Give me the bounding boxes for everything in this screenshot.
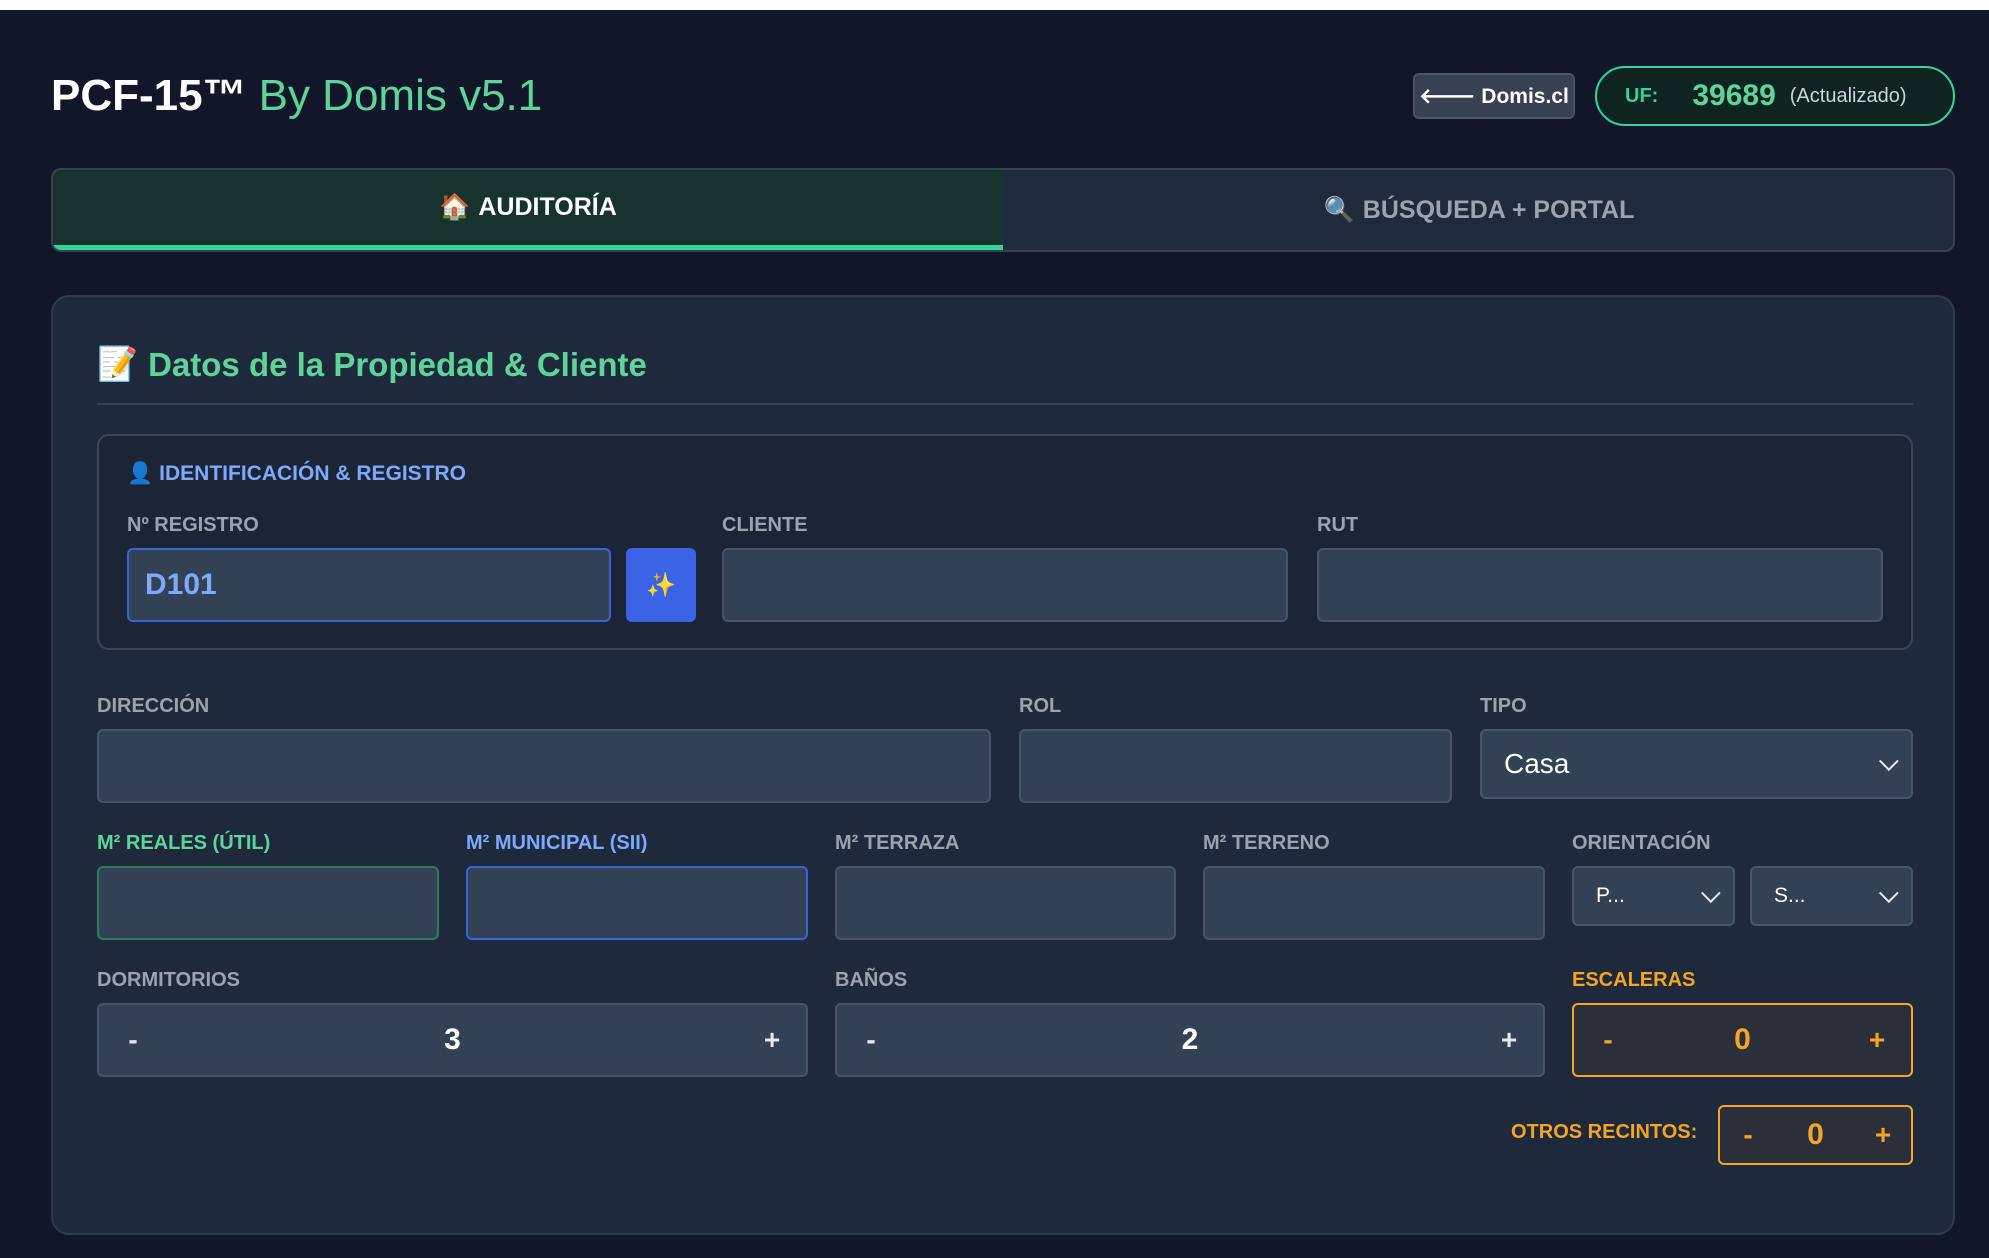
registro-label: Nº REGISTRO xyxy=(127,514,259,536)
magnifier-icon: 🔍 xyxy=(1323,195,1355,224)
m2-terraza-label: M² TERRAZA xyxy=(835,832,960,854)
header: PCF-15™ By Domis v5.1 🡐 Domis.cl UF: 3968… xyxy=(51,66,1955,126)
user-icon: 👤 xyxy=(127,462,154,485)
rut-input[interactable] xyxy=(1317,548,1883,622)
app-brand: PCF-15™ xyxy=(51,71,247,120)
orientacion-2-selected: S... xyxy=(1774,884,1806,907)
otros-recintos-label: OTROS RECINTOS: xyxy=(1511,1121,1698,1143)
memo-icon: 📝 xyxy=(97,345,139,382)
uf-indicator: UF: 39689 (Actualizado) xyxy=(1595,66,1955,126)
escaleras-value: 0 xyxy=(1734,1023,1751,1056)
uf-value: 39689 xyxy=(1692,79,1776,112)
tab-auditoria[interactable]: 🏠 AUDITORÍA xyxy=(53,170,1003,250)
tab-label: AUDITORÍA xyxy=(478,193,617,221)
banos-increment-button[interactable]: + xyxy=(1497,1024,1521,1056)
banos-decrement-button[interactable]: - xyxy=(859,1024,883,1056)
cliente-input[interactable] xyxy=(722,548,1288,622)
house-icon: 🏠 xyxy=(439,193,471,221)
m2-reales-input[interactable] xyxy=(97,866,439,940)
direccion-label: DIRECCIÓN xyxy=(97,695,210,717)
tab-bar: 🏠 AUDITORÍA 🔍 BÚSQUEDA + PORTAL xyxy=(51,168,1955,252)
card-title-text: Datos de la Propiedad & Cliente xyxy=(148,345,647,383)
cliente-label: CLIENTE xyxy=(722,514,808,536)
m2-reales-label: M² REALES (ÚTIL) xyxy=(97,832,271,854)
otros-increment-button[interactable]: + xyxy=(1871,1119,1895,1151)
rol-label: ROL xyxy=(1019,695,1062,717)
m2-terreno-label: M² TERRENO xyxy=(1203,832,1330,854)
m2-municipal-label: M² MUNICIPAL (SII) xyxy=(466,832,648,854)
dormitorios-stepper: - 3 + xyxy=(97,1003,808,1077)
banos-value: 2 xyxy=(1181,1023,1199,1056)
otros-decrement-button[interactable]: - xyxy=(1736,1119,1760,1151)
dormitorios-value: 3 xyxy=(444,1023,461,1056)
uf-status: (Actualizado) xyxy=(1789,84,1907,107)
registro-input[interactable]: D101 xyxy=(127,548,611,622)
orientacion-1-selected: P... xyxy=(1596,884,1625,907)
tipo-select[interactable]: Casa xyxy=(1480,729,1913,799)
m2-terreno-input[interactable] xyxy=(1203,866,1545,940)
direccion-input[interactable] xyxy=(97,729,991,803)
chevron-down-icon xyxy=(1700,883,1721,904)
app-subtitle: By Domis v5.1 xyxy=(258,71,543,120)
sparkles-icon: ✨ xyxy=(646,571,676,599)
chevron-down-icon xyxy=(1878,751,1899,772)
banos-stepper: - 2 + xyxy=(835,1003,1545,1077)
tab-busqueda-portal[interactable]: 🔍 BÚSQUEDA + PORTAL xyxy=(1003,170,1953,250)
orientacion-select-1[interactable]: P... xyxy=(1572,866,1735,926)
escaleras-stepper: - 0 + xyxy=(1572,1003,1913,1077)
property-client-card: 📝 Datos de la Propiedad & Cliente 👤 IDEN… xyxy=(51,295,1955,1235)
dormitorios-label: DORMITORIOS xyxy=(97,969,240,991)
escaleras-decrement-button[interactable]: - xyxy=(1596,1024,1620,1056)
rut-label: RUT xyxy=(1317,514,1359,536)
identification-section: 👤 IDENTIFICACIÓN & REGISTRO Nº REGISTRO … xyxy=(97,434,1913,650)
generate-registro-button[interactable]: ✨ xyxy=(626,548,696,622)
tipo-selected: Casa xyxy=(1504,748,1570,779)
escaleras-label: ESCALERAS xyxy=(1572,969,1696,991)
otros-value: 0 xyxy=(1807,1118,1824,1151)
chevron-down-icon xyxy=(1878,883,1899,904)
escaleras-increment-button[interactable]: + xyxy=(1865,1024,1889,1056)
dormitorios-increment-button[interactable]: + xyxy=(760,1024,784,1056)
tab-label: BÚSQUEDA + PORTAL xyxy=(1362,195,1635,224)
uf-label: UF: xyxy=(1625,84,1659,107)
orientacion-label: ORIENTACIÓN xyxy=(1572,832,1711,854)
m2-terraza-input[interactable] xyxy=(835,866,1176,940)
rol-input[interactable] xyxy=(1019,729,1452,803)
m2-municipal-input[interactable] xyxy=(466,866,808,940)
divider xyxy=(97,403,1913,405)
app-title: PCF-15™ By Domis v5.1 xyxy=(51,70,542,122)
back-to-domis-button[interactable]: 🡐 Domis.cl xyxy=(1413,73,1575,119)
orientacion-select-2[interactable]: S... xyxy=(1750,866,1913,926)
section-title-text: IDENTIFICACIÓN & REGISTRO xyxy=(159,462,466,485)
tipo-label: TIPO xyxy=(1480,695,1527,717)
section-title: 👤 IDENTIFICACIÓN & REGISTRO xyxy=(127,462,466,486)
card-title: 📝 Datos de la Propiedad & Cliente xyxy=(97,345,647,384)
top-border xyxy=(0,0,1989,10)
banos-label: BAÑOS xyxy=(835,969,908,991)
otros-recintos-stepper: - 0 + xyxy=(1718,1105,1913,1165)
dormitorios-decrement-button[interactable]: - xyxy=(121,1024,145,1056)
